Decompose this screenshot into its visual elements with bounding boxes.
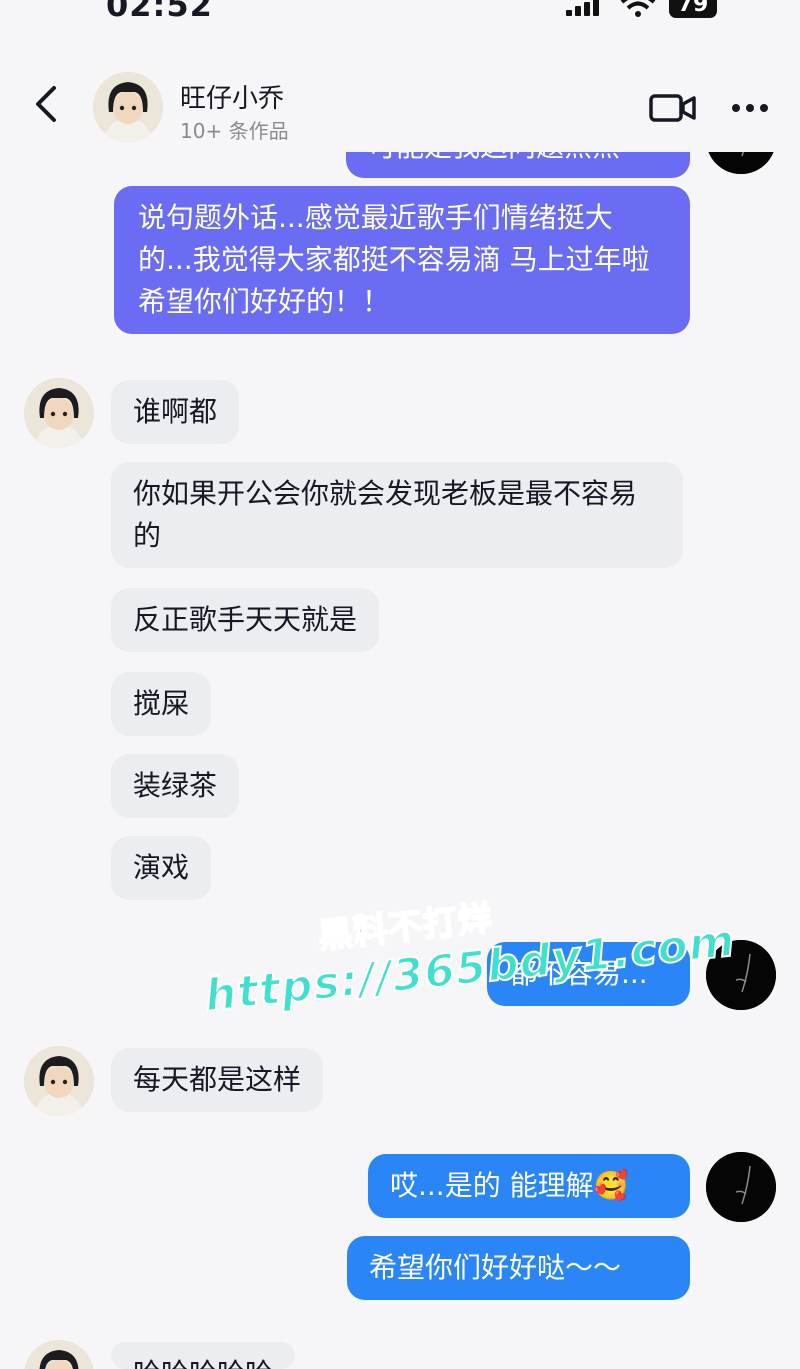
contact-avatar[interactable] — [24, 378, 94, 448]
status-time: 02:52 — [106, 0, 213, 22]
contact-name[interactable]: 旺仔小乔 — [180, 78, 284, 115]
message-bubble-outgoing[interactable]: 说句题外话...感觉最近歌手们情绪挺大的...我觉得大家都挺不容易滴 马上过年啦… — [114, 186, 690, 334]
self-avatar[interactable] — [706, 940, 776, 1010]
message-bubble-incoming[interactable]: 哈哈哈哈哈 — [111, 1342, 296, 1369]
message-bubble-incoming[interactable]: 你如果开公会你就会发现老板是最不容易的 — [111, 462, 683, 568]
message-bubble-incoming[interactable]: 装绿茶 — [111, 754, 240, 818]
message-text: 哈哈哈哈哈 — [133, 1357, 273, 1369]
message-bubble-outgoing[interactable]: 哎...是的 能理解🥰 — [368, 1154, 690, 1218]
video-call-icon[interactable] — [648, 92, 698, 124]
message-text: 你如果开公会你就会发现老板是最不容易的 — [133, 477, 638, 552]
contact-avatar[interactable] — [24, 1046, 94, 1116]
message-bubble-outgoing[interactable]: 都不容易... — [487, 942, 690, 1006]
message-bubble-incoming[interactable]: 谁啊都 — [111, 380, 240, 444]
message-text: 演戏 — [133, 851, 190, 884]
contact-works-count[interactable]: 10+ 条作品 — [180, 115, 289, 144]
watermark-title: 黑料不打烊 — [315, 898, 495, 958]
message-text: 哎...是的 能理解🥰 — [390, 1169, 629, 1202]
message-text: 搅屎 — [133, 687, 190, 720]
chat-header: 旺仔小乔 10+ 条作品 — [0, 22, 800, 152]
message-text: 希望你们好好哒～～ — [369, 1251, 622, 1284]
back-icon[interactable] — [30, 84, 64, 124]
status-bar: 02:52 79 — [0, 0, 800, 22]
message-bubble-incoming[interactable]: 每天都是这样 — [111, 1048, 324, 1112]
message-bubble-incoming[interactable]: 搅屎 — [111, 672, 212, 736]
battery-icon: 79 — [669, 0, 717, 18]
message-text: 装绿茶 — [133, 769, 218, 802]
message-text: 都不容易... — [509, 957, 648, 990]
wifi-icon — [620, 0, 656, 17]
self-avatar[interactable] — [706, 1152, 776, 1222]
message-text: 每天都是这样 — [133, 1063, 302, 1096]
message-text: 反正歌手天天就是 — [133, 603, 358, 636]
message-bubble-incoming[interactable]: 演戏 — [111, 836, 212, 900]
more-dots-icon[interactable] — [730, 102, 770, 114]
message-bubble-incoming[interactable]: 反正歌手天天就是 — [111, 588, 380, 652]
signal-icon — [566, 0, 606, 18]
contact-avatar[interactable] — [24, 1340, 94, 1369]
message-bubble-outgoing[interactable]: 希望你们好好哒～～ — [347, 1236, 690, 1300]
message-text: 说句题外话...感觉最近歌手们情绪挺大的...我觉得大家都挺不容易滴 马上过年啦… — [138, 201, 650, 318]
message-text: 谁啊都 — [133, 395, 218, 428]
contact-avatar[interactable] — [93, 72, 163, 142]
